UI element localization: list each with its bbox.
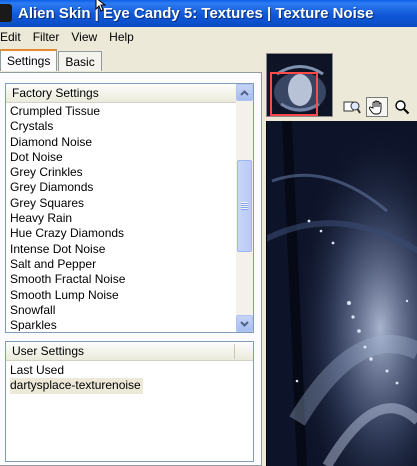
list-item[interactable]: Last Used (10, 363, 253, 378)
factory-settings-title: Factory Settings (12, 86, 99, 100)
list-item[interactable]: Smooth Lump Noise (10, 288, 236, 303)
preview-canvas[interactable] (266, 121, 417, 466)
scroll-grip-icon (241, 202, 248, 210)
scroll-up-button[interactable] (236, 84, 253, 101)
tab-basic[interactable]: Basic (58, 51, 102, 71)
list-item[interactable]: Snowfall (10, 303, 236, 318)
window-title: Alien Skin | Eye Candy 5: Textures | Tex… (18, 5, 374, 22)
user-settings-header: User Settings (6, 342, 253, 361)
chevron-up-icon (240, 89, 249, 96)
list-item-selected[interactable]: dartysplace-texturenoise (10, 378, 143, 394)
hand-icon (369, 100, 382, 115)
list-item[interactable]: Grey Crinkles (10, 165, 236, 180)
factory-settings-header: Factory Settings (6, 84, 253, 103)
list-item[interactable]: Dot Noise (10, 150, 236, 165)
factory-settings-scrollbar[interactable] (236, 84, 253, 332)
navigator-thumbnail[interactable] (266, 53, 333, 117)
menu-help[interactable]: Help (103, 30, 140, 44)
menu-bar: Edit Filter View Help (0, 27, 417, 47)
pan-tool-button[interactable] (366, 97, 388, 117)
list-item[interactable]: Diamond Noise (10, 135, 236, 150)
app-icon[interactable] (0, 4, 12, 22)
user-settings-list[interactable]: User Settings Last Used dartysplace-text… (5, 341, 254, 462)
settings-panel: Factory Settings Crumpled Tissue Crystal… (0, 72, 262, 466)
title-bar[interactable]: Alien Skin | Eye Candy 5: Textures | Tex… (0, 0, 417, 27)
list-item[interactable]: Sparkles (10, 318, 236, 331)
scroll-thumb[interactable] (237, 160, 252, 252)
chevron-down-icon (240, 320, 249, 327)
user-settings-body: Last Used dartysplace-texturenoise (6, 361, 253, 394)
user-settings-title: User Settings (12, 344, 85, 358)
zoom-to-fit-icon (343, 101, 361, 114)
list-item[interactable]: Heavy Rain (10, 211, 236, 226)
list-item[interactable]: Grey Diamonds (10, 180, 236, 195)
list-item[interactable]: Crumpled Tissue (10, 104, 236, 119)
header-divider (234, 344, 235, 359)
list-item[interactable]: Intense Dot Noise (10, 242, 236, 257)
list-item[interactable]: Grey Squares (10, 196, 236, 211)
mouse-cursor-icon (95, 0, 107, 12)
zoom-to-fit-button[interactable] (341, 97, 363, 117)
menu-edit[interactable]: Edit (0, 30, 27, 44)
tab-strip: Settings Basic (0, 49, 103, 73)
tab-settings[interactable]: Settings (0, 49, 58, 71)
view-region-box[interactable] (270, 72, 318, 116)
zoom-tool-button[interactable] (391, 97, 413, 117)
magnifier-icon (395, 100, 410, 115)
list-item[interactable]: Smooth Fractal Noise (10, 272, 236, 287)
factory-settings-body: Crumpled Tissue Crystals Diamond Noise D… (6, 103, 236, 331)
list-item[interactable]: Hue Crazy Diamonds (10, 226, 236, 241)
menu-filter[interactable]: Filter (27, 30, 66, 44)
menu-view[interactable]: View (65, 30, 103, 44)
list-item[interactable]: Crystals (10, 119, 236, 134)
factory-settings-list[interactable]: Factory Settings Crumpled Tissue Crystal… (5, 83, 254, 333)
preview-image (267, 121, 417, 466)
list-item[interactable]: Salt and Pepper (10, 257, 236, 272)
scroll-down-button[interactable] (236, 315, 253, 332)
